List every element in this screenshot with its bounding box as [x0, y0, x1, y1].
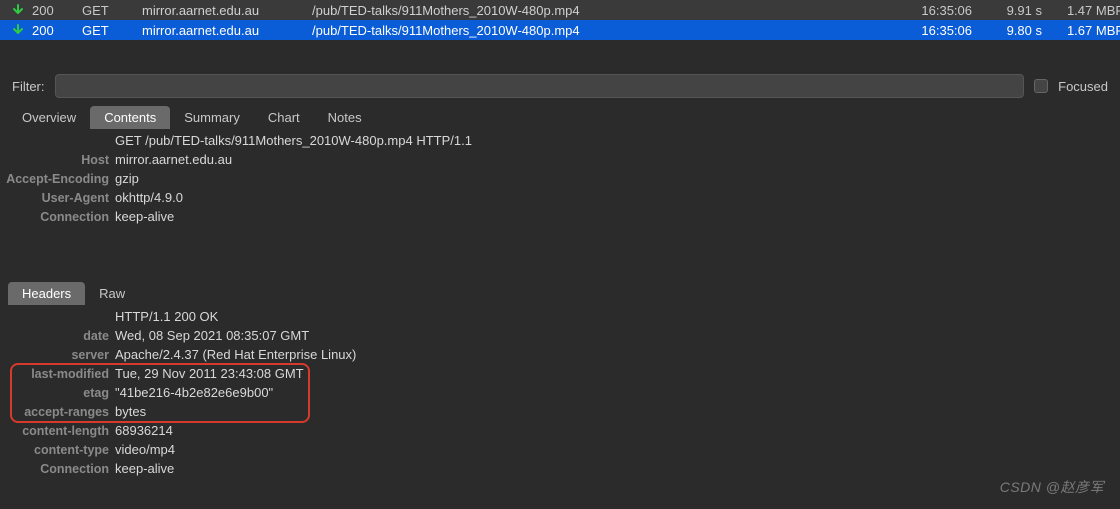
header-key: accept-ranges [0, 405, 115, 419]
header-row: accept-rangesbytes [0, 404, 1120, 423]
filter-bar: Filter: Focused [0, 70, 1120, 102]
status-code: 200 [32, 3, 82, 18]
header-row: Accept-Encodinggzip [0, 171, 1120, 190]
tab-notes[interactable]: Notes [314, 106, 376, 129]
tab-overview[interactable]: Overview [8, 106, 90, 129]
size: 1.47 MBRe [1042, 3, 1120, 18]
header-value: Apache/2.4.37 (Red Hat Enterprise Linux) [115, 347, 356, 362]
header-row: Connectionkeep-alive [0, 209, 1120, 228]
header-key: User-Agent [0, 191, 115, 205]
duration: 9.80 s [972, 23, 1042, 38]
header-key: content-type [0, 443, 115, 457]
header-key: content-length [0, 424, 115, 438]
header-key: Connection [0, 210, 115, 224]
header-row: etag"41be216-4b2e82e6e9b00" [0, 385, 1120, 404]
time: 16:35:06 [892, 3, 972, 18]
header-row: Connectionkeep-alive [0, 461, 1120, 480]
header-value: Tue, 29 Nov 2011 23:43:08 GMT [115, 366, 304, 381]
http-method: GET [82, 23, 142, 38]
tab-contents[interactable]: Contents [90, 106, 170, 129]
header-value: mirror.aarnet.edu.au [115, 152, 232, 167]
response-panel: HTTP/1.1 200 OK dateWed, 08 Sep 2021 08:… [0, 305, 1120, 484]
header-row: content-length68936214 [0, 423, 1120, 442]
download-arrow-icon [12, 4, 32, 16]
http-method: GET [82, 3, 142, 18]
path: /pub/TED-talks/911Mothers_2010W-480p.mp4 [312, 23, 892, 38]
header-value: okhttp/4.9.0 [115, 190, 183, 205]
size: 1.67 MBRe [1042, 23, 1120, 38]
subtab-raw[interactable]: Raw [85, 282, 139, 305]
header-value: gzip [115, 171, 139, 186]
header-value: keep-alive [115, 461, 174, 476]
host: mirror.aarnet.edu.au [142, 3, 312, 18]
header-value: bytes [115, 404, 146, 419]
header-key: last-modified [0, 367, 115, 381]
header-row: content-typevideo/mp4 [0, 442, 1120, 461]
request-line: GET /pub/TED-talks/911Mothers_2010W-480p… [115, 133, 472, 148]
header-row: last-modifiedTue, 29 Nov 2011 23:43:08 G… [0, 366, 1120, 385]
tab-chart[interactable]: Chart [254, 106, 314, 129]
status-code: 200 [32, 23, 82, 38]
transaction-row[interactable]: 200 GET mirror.aarnet.edu.au /pub/TED-ta… [0, 0, 1120, 20]
filter-label: Filter: [12, 79, 45, 94]
host: mirror.aarnet.edu.au [142, 23, 312, 38]
time: 16:35:06 [892, 23, 972, 38]
transaction-list: 200 GET mirror.aarnet.edu.au /pub/TED-ta… [0, 0, 1120, 40]
watermark: CSDN @赵彦军 [1000, 477, 1104, 497]
focused-label: Focused [1058, 79, 1108, 94]
filter-input[interactable] [55, 74, 1025, 98]
header-row: serverApache/2.4.37 (Red Hat Enterprise … [0, 347, 1120, 366]
header-value: Wed, 08 Sep 2021 08:35:07 GMT [115, 328, 309, 343]
header-key: Accept-Encoding [0, 172, 115, 186]
download-arrow-icon [12, 24, 32, 36]
response-subtabs: Headers Raw [0, 282, 1120, 305]
header-value: "41be216-4b2e82e6e9b00" [115, 385, 273, 400]
subtab-headers[interactable]: Headers [8, 282, 85, 305]
request-panel: GET /pub/TED-talks/911Mothers_2010W-480p… [0, 129, 1120, 232]
header-key: Connection [0, 462, 115, 476]
tab-summary[interactable]: Summary [170, 106, 254, 129]
path: /pub/TED-talks/911Mothers_2010W-480p.mp4 [312, 3, 892, 18]
header-key: server [0, 348, 115, 362]
header-value: keep-alive [115, 209, 174, 224]
focused-checkbox[interactable] [1034, 79, 1048, 93]
header-row: User-Agentokhttp/4.9.0 [0, 190, 1120, 209]
header-value: 68936214 [115, 423, 173, 438]
header-key: etag [0, 386, 115, 400]
duration: 9.91 s [972, 3, 1042, 18]
header-row: Hostmirror.aarnet.edu.au [0, 152, 1120, 171]
detail-tabs: Overview Contents Summary Chart Notes [0, 102, 1120, 129]
header-value: video/mp4 [115, 442, 175, 457]
header-row: dateWed, 08 Sep 2021 08:35:07 GMT [0, 328, 1120, 347]
response-line: HTTP/1.1 200 OK [115, 309, 218, 324]
header-key: date [0, 329, 115, 343]
transaction-row[interactable]: 200 GET mirror.aarnet.edu.au /pub/TED-ta… [0, 20, 1120, 40]
header-key: Host [0, 153, 115, 167]
